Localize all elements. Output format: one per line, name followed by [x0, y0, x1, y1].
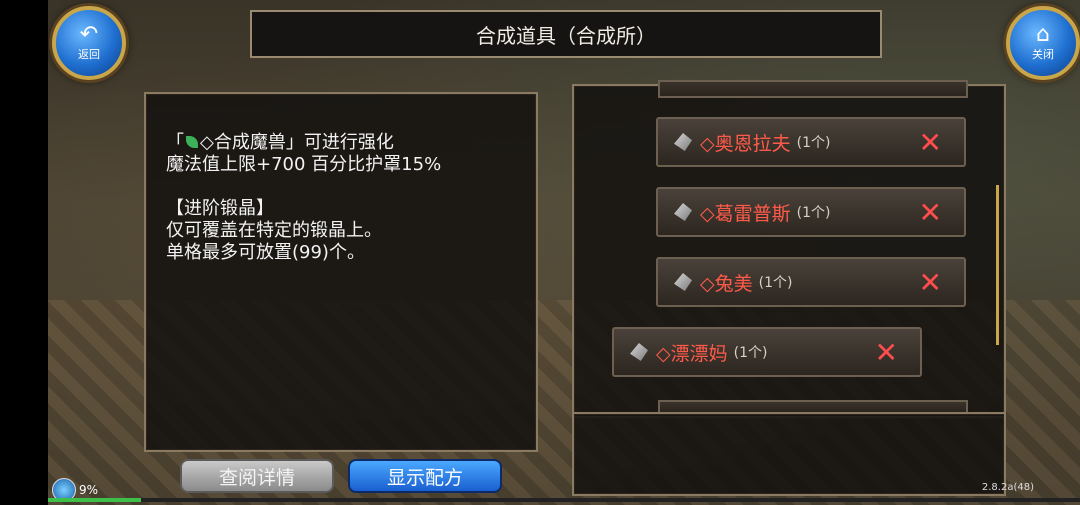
description-line-6: 单格最多可放置(99)个。	[166, 242, 365, 263]
description-panel: 「 ◇合成魔兽」可进行强化 魔法值上限+700 百分比护罩15% 【进阶锻晶】 仅…	[144, 92, 538, 452]
crystal-icon	[674, 133, 692, 151]
crystal-icon	[674, 203, 692, 221]
item-name: ◇奥恩拉夫	[700, 132, 791, 155]
description-line-5: 仅可覆盖在特定的锻晶上。	[166, 220, 382, 241]
list-scrollbar[interactable]	[996, 185, 999, 345]
description-line-4: 【进阶锻晶】	[166, 198, 274, 219]
item-count: (1个)	[733, 345, 768, 361]
back-label: 返回	[78, 48, 100, 61]
item-count: (1个)	[758, 275, 793, 291]
return-arrow-icon: ↶	[79, 22, 99, 47]
list-item[interactable]: ◇奥恩拉夫 (1个) ✕	[656, 117, 966, 167]
close-button[interactable]: ⌂ 关闭	[1006, 6, 1080, 80]
exp-bar-fill	[48, 498, 141, 502]
item-count: (1个)	[796, 135, 831, 151]
item-name: ◇漂漂妈	[656, 342, 728, 365]
remove-x-icon[interactable]: ✕	[919, 196, 942, 229]
item-count: (1个)	[796, 205, 831, 221]
back-button[interactable]: ↶ 返回	[52, 6, 126, 80]
list-item-partial[interactable]	[658, 80, 968, 98]
view-details-button[interactable]: 查阅详情	[180, 459, 334, 493]
view-details-label: 查阅详情	[218, 466, 295, 489]
exp-bar	[48, 498, 1080, 502]
remove-x-icon[interactable]: ✕	[919, 126, 942, 159]
close-label: 关闭	[1032, 48, 1054, 61]
window-title-bar: 合成道具（合成所）	[250, 10, 882, 58]
remove-x-icon[interactable]: ✕	[875, 336, 898, 369]
description-line-2: 魔法值上限+700 百分比护罩15%	[166, 154, 442, 175]
crystal-icon	[630, 343, 648, 361]
list-item[interactable]: ◇葛雷普斯 (1个) ✕	[656, 187, 966, 237]
remove-x-icon[interactable]: ✕	[919, 266, 942, 299]
bottom-slot-panel	[572, 400, 1006, 496]
description-line-1-text: ◇合成魔兽」可进行强化	[200, 132, 394, 153]
window-title: 合成道具（合成所）	[476, 23, 656, 48]
description-text: 「 ◇合成魔兽」可进行强化 魔法值上限+700 百分比护罩15% 【进阶锻晶】 仅…	[166, 132, 441, 264]
item-name: ◇葛雷普斯	[700, 202, 791, 225]
description-line-1: 「 ◇合成魔兽」可进行强化	[166, 132, 394, 153]
item-name: ◇兔美	[700, 272, 753, 295]
version-text: 2.8.2a(48)	[981, 482, 1034, 493]
exp-percent: 9%	[79, 483, 99, 497]
list-item-partial[interactable]	[658, 400, 968, 412]
show-recipe-label: 显示配方	[386, 466, 463, 489]
home-icon: ⌂	[1036, 22, 1050, 47]
show-recipe-button[interactable]: 显示配方	[348, 459, 502, 493]
crystal-icon	[674, 273, 692, 291]
list-item-selected[interactable]: ◇漂漂妈 (1个) ✕	[612, 327, 922, 377]
list-item[interactable]: ◇兔美 (1个) ✕	[656, 257, 966, 307]
green-leaf-icon	[186, 136, 198, 148]
bracket-open: 「	[166, 132, 184, 153]
